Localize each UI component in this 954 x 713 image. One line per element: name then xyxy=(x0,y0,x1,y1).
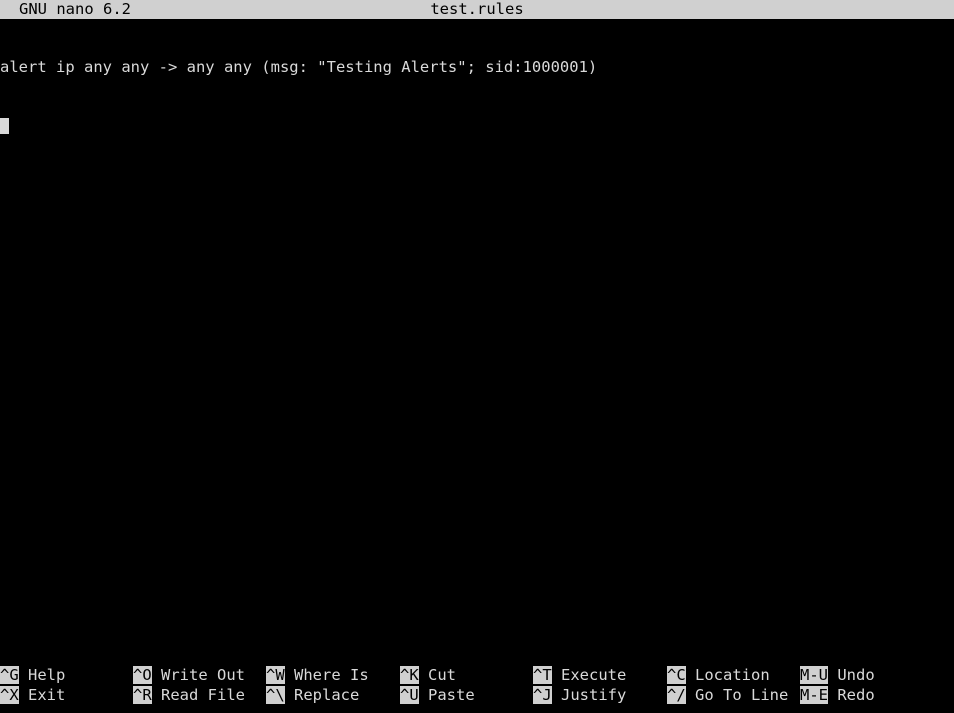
shortcut-paste[interactable]: ^U Paste xyxy=(400,686,475,706)
file-name: test.rules xyxy=(430,0,524,18)
text-cursor xyxy=(0,117,9,134)
shortcut-help[interactable]: ^G Help xyxy=(0,666,65,686)
terminal-window[interactable]: GNU nano 6.2 test.rules alert ip any any… xyxy=(0,0,954,713)
shortcut-key: ^K xyxy=(400,666,419,684)
shortcut-key: M-E xyxy=(800,686,828,704)
shortcut-exit[interactable]: ^X Exit xyxy=(0,686,65,706)
shortcut-key: ^O xyxy=(133,666,152,684)
shortcut-key: ^G xyxy=(0,666,19,684)
shortcut-key: ^R xyxy=(133,686,152,704)
editor-line-1[interactable]: alert ip any any -> any any (msg: "Testi… xyxy=(0,58,954,78)
shortcut-cut[interactable]: ^K Cut xyxy=(400,666,456,686)
shortcut-label: Location xyxy=(695,666,770,684)
shortcut-key: M-U xyxy=(800,666,828,684)
shortcut-label: Justify xyxy=(561,686,627,704)
shortcut-read-file[interactable]: ^R Read File xyxy=(133,686,245,706)
shortcut-key: ^/ xyxy=(667,686,686,704)
shortcut-key: ^U xyxy=(400,686,419,704)
shortcut-replace[interactable]: ^\ Replace xyxy=(266,686,359,706)
shortcut-label: Write Out xyxy=(161,666,246,684)
shortcut-execute[interactable]: ^T Execute xyxy=(533,666,626,686)
shortcut-label: Help xyxy=(28,666,66,684)
shortcut-label: Where Is xyxy=(294,666,369,684)
shortcut-undo[interactable]: M-U Undo xyxy=(800,666,875,686)
shortcut-label: Exit xyxy=(28,686,66,704)
shortcut-key: ^\ xyxy=(266,686,285,704)
shortcut-label: Go To Line xyxy=(695,686,789,704)
nano-title-bar: GNU nano 6.2 test.rules xyxy=(0,0,954,19)
shortcut-key: ^T xyxy=(533,666,552,684)
shortcut-location[interactable]: ^C Location xyxy=(667,666,770,686)
shortcut-write-out[interactable]: ^O Write Out xyxy=(133,666,245,686)
shortcut-justify[interactable]: ^J Justify xyxy=(533,686,626,706)
shortcut-label: Undo xyxy=(837,666,875,684)
shortcut-key: ^X xyxy=(0,686,19,704)
shortcut-label: Paste xyxy=(428,686,475,704)
editor-line-2[interactable] xyxy=(0,117,954,137)
text-editor-area[interactable]: alert ip any any -> any any (msg: "Testi… xyxy=(0,19,954,659)
shortcut-key: ^J xyxy=(533,686,552,704)
shortcut-key: ^W xyxy=(266,666,285,684)
shortcut-help-bar: ^G Help ^O Write Out ^W Where Is ^K Cut … xyxy=(0,666,954,706)
shortcut-label: Read File xyxy=(161,686,246,704)
shortcut-go-to-line[interactable]: ^/ Go To Line xyxy=(667,686,788,706)
shortcut-redo[interactable]: M-E Redo xyxy=(800,686,875,706)
shortcut-where-is[interactable]: ^W Where Is xyxy=(266,666,369,686)
shortcut-label: Execute xyxy=(561,666,627,684)
shortcut-key: ^C xyxy=(667,666,686,684)
shortcut-label: Replace xyxy=(294,686,360,704)
shortcut-label: Redo xyxy=(837,686,875,704)
shortcut-label: Cut xyxy=(428,666,457,684)
